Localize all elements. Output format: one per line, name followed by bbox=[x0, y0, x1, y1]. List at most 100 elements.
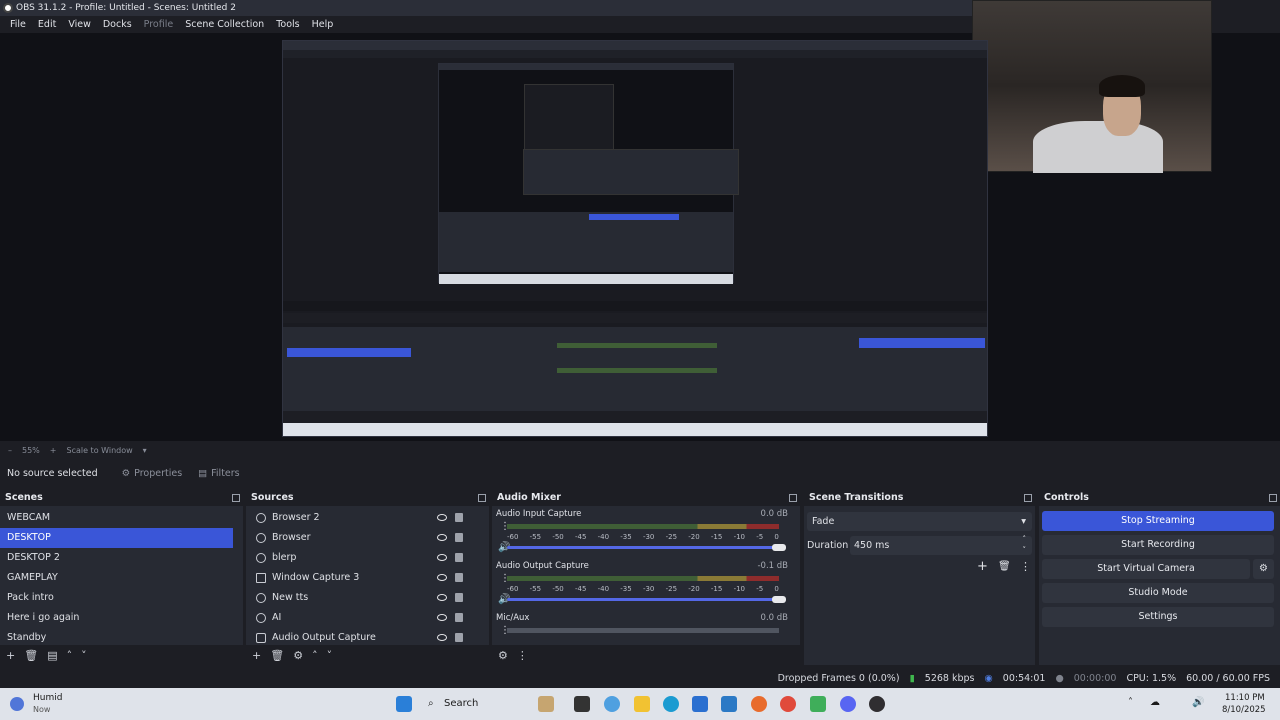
taskbar-search[interactable]: ⌕ Search bbox=[424, 694, 534, 714]
properties-button[interactable]: ⚙ Properties bbox=[116, 465, 189, 482]
lock-icon[interactable] bbox=[455, 593, 463, 602]
start-recording-button[interactable]: Start Recording bbox=[1042, 535, 1274, 555]
fader-knob[interactable] bbox=[772, 596, 786, 603]
store-icon[interactable] bbox=[692, 696, 708, 712]
stop-streaming-button[interactable]: Stop Streaming bbox=[1042, 511, 1274, 531]
menu-profile[interactable]: Profile bbox=[138, 16, 180, 33]
lock-icon[interactable] bbox=[455, 633, 463, 642]
menu-help[interactable]: Help bbox=[306, 16, 340, 33]
eye-icon[interactable] bbox=[437, 614, 447, 621]
undock-icon[interactable] bbox=[1269, 494, 1277, 502]
chevron-down-icon[interactable]: ▾ bbox=[143, 446, 147, 455]
eye-icon[interactable] bbox=[437, 594, 447, 601]
menu-edit[interactable]: Edit bbox=[32, 16, 62, 33]
move-up-icon[interactable]: ˄ bbox=[67, 649, 73, 662]
weather-icon[interactable] bbox=[10, 697, 24, 711]
chevron-up-icon[interactable]: ˄ bbox=[1128, 697, 1133, 708]
eye-icon[interactable] bbox=[437, 534, 447, 541]
app-icon[interactable] bbox=[810, 696, 826, 712]
chrome-icon[interactable] bbox=[780, 696, 796, 712]
start-virtual-camera-button[interactable]: Start Virtual Camera bbox=[1042, 559, 1250, 579]
undock-icon[interactable] bbox=[232, 494, 240, 502]
lock-icon[interactable] bbox=[455, 553, 463, 562]
source-item[interactable]: Browser bbox=[246, 528, 480, 548]
add-scene-icon[interactable]: + bbox=[6, 649, 15, 662]
virtual-camera-settings-button[interactable]: ⚙ bbox=[1253, 559, 1274, 579]
chevron-down-icon: ▾ bbox=[1021, 516, 1026, 527]
menu-docks[interactable]: Docks bbox=[97, 16, 138, 33]
menu-file[interactable]: File bbox=[4, 16, 32, 33]
add-transition-icon[interactable]: + bbox=[977, 559, 988, 574]
filters-button[interactable]: ▤ Filters bbox=[192, 465, 245, 482]
move-down-icon[interactable]: ˅ bbox=[327, 649, 333, 662]
gear-icon[interactable]: ⚙ bbox=[293, 649, 303, 662]
task-view-icon[interactable] bbox=[574, 696, 590, 712]
lock-icon[interactable] bbox=[455, 613, 463, 622]
menu-scene-collection[interactable]: Scene Collection bbox=[179, 16, 270, 33]
volume-fader[interactable] bbox=[507, 546, 779, 549]
windows-start-icon[interactable] bbox=[396, 696, 412, 712]
kebab-icon[interactable]: ⋮ bbox=[517, 649, 528, 662]
lock-icon[interactable] bbox=[455, 533, 463, 542]
volume-icon[interactable]: 🔊 bbox=[1192, 697, 1204, 708]
scale-mode-dropdown[interactable]: Scale to Window bbox=[66, 446, 132, 455]
advanced-audio-icon[interactable]: ⚙ bbox=[498, 649, 508, 662]
copilot-icon[interactable] bbox=[604, 696, 620, 712]
volume-fader[interactable] bbox=[507, 598, 779, 601]
gear-icon: ⚙ bbox=[1259, 563, 1268, 574]
trash-icon[interactable]: 🗑 bbox=[270, 649, 284, 662]
settings-button[interactable]: Settings bbox=[1042, 607, 1274, 627]
source-item[interactable]: Window Capture 3 bbox=[246, 568, 480, 588]
move-up-icon[interactable]: ˄ bbox=[312, 649, 318, 662]
trash-icon[interactable]: 🗑 bbox=[998, 561, 1011, 572]
zoom-plus-icon[interactable]: + bbox=[50, 446, 57, 455]
firefox-icon[interactable] bbox=[751, 696, 767, 712]
eye-icon[interactable] bbox=[437, 514, 447, 521]
lock-icon[interactable] bbox=[455, 573, 463, 582]
clock-date[interactable]: 8/10/2025 bbox=[1222, 705, 1266, 715]
clock-time[interactable]: 11:10 PM bbox=[1225, 693, 1265, 703]
signal-bars-icon: ▮ bbox=[909, 672, 915, 684]
scene-item-pack-intro[interactable]: Pack intro bbox=[0, 588, 233, 608]
add-source-icon[interactable]: + bbox=[252, 649, 261, 662]
menu-tools[interactable]: Tools bbox=[270, 16, 305, 33]
menu-view[interactable]: View bbox=[62, 16, 97, 33]
network-icon[interactable]: ☁ bbox=[1150, 697, 1160, 708]
properties-label: Properties bbox=[134, 467, 183, 479]
eye-icon[interactable] bbox=[437, 574, 447, 581]
mixer-toolbar: ⚙ ⋮ bbox=[492, 645, 800, 665]
filter-icon[interactable]: ▤ bbox=[47, 649, 57, 662]
transition-select[interactable]: Fade ▾ bbox=[807, 512, 1032, 531]
source-item[interactable]: New tts bbox=[246, 588, 480, 608]
scene-item-desktop[interactable]: DESKTOP bbox=[0, 528, 233, 548]
scene-item-gameplay[interactable]: GAMEPLAY bbox=[0, 568, 233, 588]
eye-icon[interactable] bbox=[437, 554, 447, 561]
channel-db: 0.0 dB bbox=[760, 613, 788, 623]
fader-knob[interactable] bbox=[772, 544, 786, 551]
discord-icon[interactable] bbox=[840, 696, 856, 712]
edge-icon[interactable] bbox=[663, 696, 679, 712]
source-item[interactable]: Browser 2 bbox=[246, 508, 480, 528]
studio-mode-button[interactable]: Studio Mode bbox=[1042, 583, 1274, 603]
source-item[interactable]: AI bbox=[246, 608, 480, 628]
trash-icon[interactable]: 🗑 bbox=[24, 649, 38, 662]
move-down-icon[interactable]: ˅ bbox=[81, 649, 87, 662]
lock-icon[interactable] bbox=[455, 513, 463, 522]
stepper-icon[interactable]: ˄ ˅ bbox=[1023, 534, 1027, 556]
eye-icon[interactable] bbox=[437, 634, 447, 641]
vscode-icon[interactable] bbox=[721, 696, 737, 712]
kebab-icon[interactable]: ⋮ bbox=[1020, 560, 1031, 573]
source-item[interactable]: blerp bbox=[246, 548, 480, 568]
undock-icon[interactable] bbox=[789, 494, 797, 502]
scenes-header: Scenes bbox=[0, 490, 243, 506]
zoom-minus-icon[interactable]: – bbox=[8, 446, 12, 455]
file-explorer-icon[interactable] bbox=[634, 696, 650, 712]
scene-item-desktop-2[interactable]: DESKTOP 2 bbox=[0, 548, 233, 568]
duration-input[interactable]: 450 ms ˄ ˅ bbox=[850, 534, 1032, 556]
undock-icon[interactable] bbox=[1024, 494, 1032, 502]
scene-item-here-i-go-again[interactable]: Here i go again bbox=[0, 608, 233, 628]
undock-icon[interactable] bbox=[478, 494, 486, 502]
obs-taskbar-icon[interactable] bbox=[869, 696, 885, 712]
scene-item-webcam[interactable]: WEBCAM bbox=[0, 508, 233, 528]
widgets-icon[interactable] bbox=[538, 696, 554, 712]
